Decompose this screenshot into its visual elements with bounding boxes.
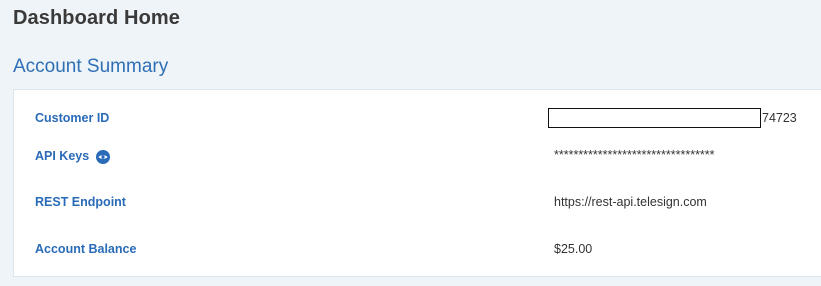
- section-title-account-summary: Account Summary: [13, 56, 169, 77]
- customer-id-redaction-box: [548, 108, 761, 128]
- account-balance-label: Account Balance: [35, 242, 137, 256]
- account-summary-card: Customer ID 74723 API Keys *************…: [13, 89, 821, 277]
- account-balance-value: $25.00: [554, 242, 593, 256]
- page-title: Dashboard Home: [13, 7, 180, 29]
- rest-endpoint-label: REST Endpoint: [35, 195, 126, 209]
- eye-icon[interactable]: [96, 150, 110, 164]
- customer-id-value: 74723: [762, 111, 797, 125]
- rest-endpoint-value: https://rest-api.telesign.com: [554, 195, 707, 209]
- customer-id-label: Customer ID: [35, 111, 110, 125]
- api-keys-label: API Keys: [35, 149, 90, 163]
- api-keys-value: *********************************: [554, 148, 715, 162]
